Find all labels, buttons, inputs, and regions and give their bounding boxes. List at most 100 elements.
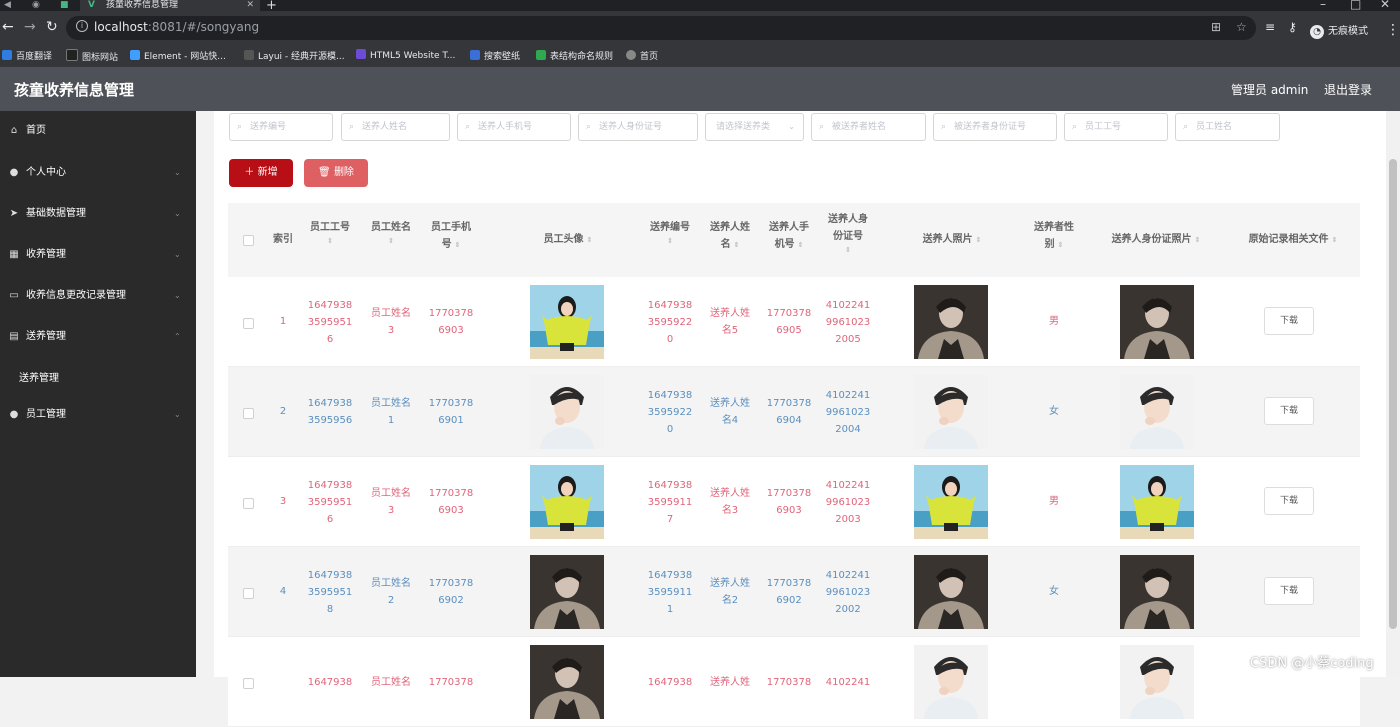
bookmark-item[interactable]: 表结构命名规则 [536,49,613,62]
employee-avatar-image[interactable] [530,555,604,629]
employee-avatar-image[interactable] [530,465,604,539]
giver-id-photo-image[interactable] [1120,645,1194,719]
translate-icon[interactable]: ⊞ [1211,20,1221,34]
filter-giver-phone[interactable]: ⌕ 送养人手机号 [457,113,571,141]
employee-avatar-image[interactable] [530,285,604,359]
sort-icon[interactable]: ⇕ [1058,241,1064,249]
download-button[interactable]: 下载 [1264,577,1314,605]
incognito-badge[interactable]: ◔ 无痕模式 [1310,22,1368,39]
header-emp-phone[interactable]: 员工手机号 ⇕ [424,219,478,254]
back-tab-icon[interactable]: ◀ [4,0,11,10]
sidebar-item-profile[interactable]: ● 个人中心 ⌄ [0,163,196,183]
header-files[interactable]: 原始记录相关文件 ⇕ [1238,231,1348,249]
sidebar-item-home[interactable]: ⌂ 首页 [0,121,196,141]
logout-link[interactable]: 退出登录 [1324,81,1372,98]
sort-icon[interactable]: ⇕ [642,236,698,246]
employee-avatar-image[interactable] [530,645,604,719]
forward-icon[interactable]: → [24,19,36,35]
giver-photo-image[interactable] [914,375,988,449]
bookmark-item[interactable]: Layui - 经典开源模... [244,49,345,62]
window-close-icon[interactable]: ✕ [1380,0,1390,11]
download-button[interactable]: 下载 [1264,397,1314,425]
giver-id-photo-image[interactable] [1120,465,1194,539]
row-checkbox[interactable] [243,678,254,689]
key-icon[interactable]: ⚷ [1288,20,1297,34]
bookmark-item[interactable]: HTML5 Website T... [356,49,455,61]
header-giver-name[interactable]: 送养人姓名 ⇕ [704,219,756,254]
bookmark-item[interactable]: Element - 网站快... [130,49,226,62]
header-giver-id-photo[interactable]: 送养人身份证照片 ⇕ [1096,231,1216,249]
header-giver-id[interactable]: 送养人身 份证号 ⇕ [822,211,874,255]
download-button[interactable]: 下载 [1264,307,1314,335]
row-checkbox[interactable] [243,588,254,599]
giver-photo-image[interactable] [914,555,988,629]
maximize-icon[interactable]: □ [1350,0,1361,11]
close-tab-icon[interactable]: ✕ [246,0,254,10]
employee-avatar-image[interactable] [530,375,604,449]
add-button[interactable]: ＋ 新增 [229,159,293,187]
filter-type-select[interactable]: 请选择送养类 ⌄ [705,113,804,141]
bookmark-item[interactable]: 百度翻译 [2,49,52,62]
table-row[interactable]: 1 1647938 3595951 6 员工姓名 3 1770378 6903 1647938 3… [228,277,1360,367]
filter-adoptee-name[interactable]: ⌕ 被送养者姓名 [811,113,926,141]
header-emp-name[interactable]: 员工姓名 ⇕ [366,219,416,246]
globe-icon[interactable]: ◉ [32,0,40,10]
table-row[interactable]: 4 1647938 3595951 8 员工姓名 2 1770378 6902 1647938 3… [228,547,1360,637]
sort-icon[interactable]: ⇕ [1332,236,1338,244]
giver-id-photo-image[interactable] [1120,555,1194,629]
header-adopt-no[interactable]: 送养编号 ⇕ [642,219,698,246]
header-giver-photo[interactable]: 送养人照片 ⇕ [902,231,1002,249]
giver-id-photo-image[interactable] [1120,285,1194,359]
menu-dots-icon[interactable]: ⋮ [1386,22,1400,38]
filter-giver-id[interactable]: ⌕ 送养人身份证号 [578,113,698,141]
filter-adopt-no[interactable]: ⌕ 送养编号 [229,113,333,141]
url-field[interactable]: i localhost:8081/#/songyang ⊞ ☆ [66,16,1256,40]
header-giver-phone[interactable]: 送养人手 机号 ⇕ [763,219,815,254]
media-icon[interactable]: ≡ [1265,20,1275,34]
giver-photo-image[interactable] [914,645,988,719]
header-emp-avatar[interactable]: 员工头像 ⇕ [518,231,618,249]
sort-icon[interactable]: ⇕ [300,236,360,246]
row-checkbox[interactable] [243,408,254,419]
sort-icon[interactable]: ⇕ [798,241,804,249]
bookmark-item[interactable]: 图标网站 [66,49,118,63]
table-row[interactable]: 1647938 员工姓名 1770378 1647938 送养人姓 1770378 4102… [228,637,1360,727]
header-emp-no[interactable]: 员工工号 ⇕ [300,219,360,246]
filter-giver-name[interactable]: ⌕ 送养人姓名 [341,113,450,141]
back-icon[interactable]: ← [2,19,14,35]
reload-icon[interactable]: ↻ [46,19,58,35]
browser-tab[interactable]: V 孩童收养信息管理 ✕ [80,0,260,11]
sidebar-item-employees[interactable]: ● 员工管理 ⌄ [0,405,196,425]
sort-icon[interactable]: ⇕ [455,241,461,249]
sidebar-item-change-log[interactable]: ▭ 收养信息更改记录管理 ⌄ [0,286,196,306]
download-button[interactable]: 下载 [1264,487,1314,515]
bookmark-item[interactable]: 首页 [626,49,658,62]
sidebar-item-base-data[interactable]: ➤ 基础数据管理 ⌄ [0,204,196,224]
sidebar-subitem-give-up[interactable]: 送养管理 [19,369,59,384]
giver-id-photo-image[interactable] [1120,375,1194,449]
site-info-icon[interactable]: i [76,20,88,32]
sort-icon[interactable]: ⇕ [734,241,740,249]
select-all-checkbox[interactable] [243,235,254,246]
row-checkbox[interactable] [243,318,254,329]
header-gender[interactable]: 送养者性别 ⇕ [1024,219,1084,254]
table-row[interactable]: 3 1647938 3595951 6 员工姓名 3 1770378 6903 1647938 3… [228,457,1360,547]
row-checkbox[interactable] [243,498,254,509]
sort-icon[interactable]: ⇕ [1195,236,1201,244]
minimize-icon[interactable]: – [1320,0,1326,11]
filter-emp-no[interactable]: ⌕ 员工工号 [1064,113,1168,141]
sort-icon[interactable]: ⇕ [366,236,416,246]
table-row[interactable]: 2 1647938 3595956 员工姓名 1 1770378 6901 1647938 35… [228,367,1360,457]
pinned-tab-icon[interactable]: ■ [60,0,69,10]
sort-icon[interactable]: ⇕ [976,236,982,244]
scrollbar[interactable] [1386,111,1400,677]
star-icon[interactable]: ☆ [1236,20,1247,34]
filter-emp-name[interactable]: ⌕ 员工姓名 [1175,113,1280,141]
filter-adoptee-id[interactable]: ⌕ 被送养者身份证号 [933,113,1057,141]
giver-photo-image[interactable] [914,285,988,359]
sort-icon[interactable]: ⇕ [587,236,593,244]
sidebar-item-adoption[interactable]: ▦ 收养管理 ⌄ [0,245,196,265]
sort-icon[interactable]: ⇕ [822,245,874,255]
scrollbar-thumb[interactable] [1389,159,1397,629]
giver-photo-image[interactable] [914,465,988,539]
